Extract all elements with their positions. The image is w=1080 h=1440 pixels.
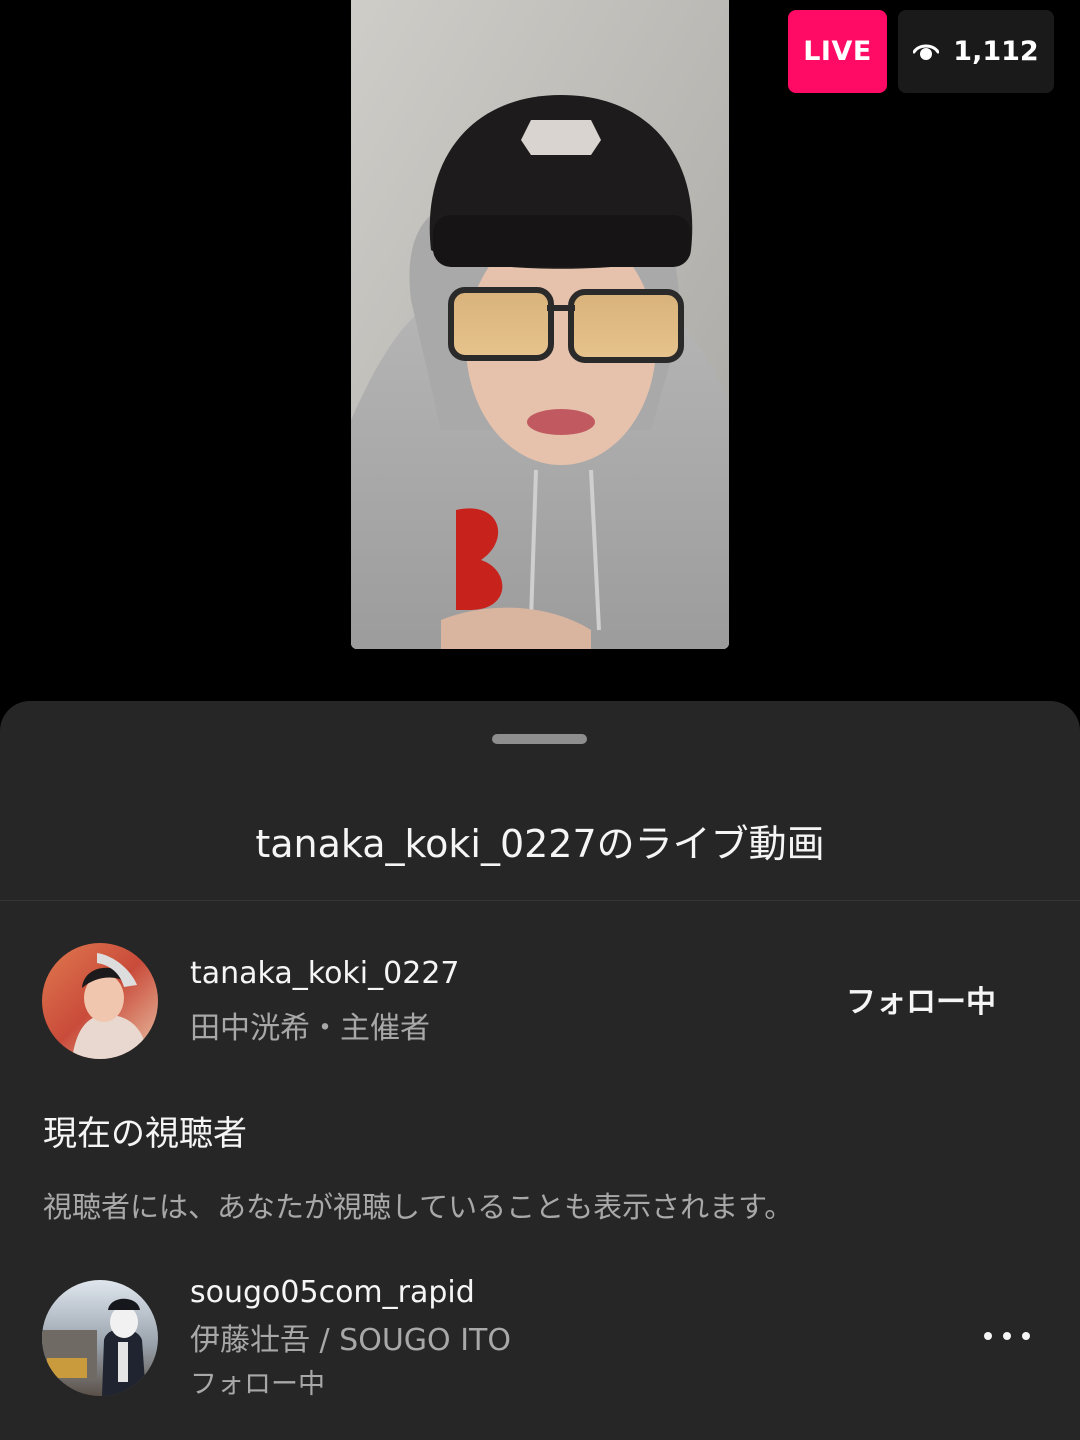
viewer-avatar-image (42, 1280, 158, 1396)
live-badge: LIVE (788, 10, 887, 93)
viewer-full-name: 伊藤壮吾 / SOUGO ITO (190, 1323, 511, 1358)
viewer-avatar[interactable] (42, 1280, 158, 1396)
host-avatar[interactable] (42, 943, 158, 1059)
viewer-count: 1,112 (953, 36, 1039, 67)
viewer-username[interactable]: sougo05com_rapid (190, 1273, 475, 1313)
live-label: LIVE (803, 36, 872, 67)
sheet-title: tanaka_koki_0227のライブ動画 (255, 822, 825, 866)
viewers-visibility-note: 視聴者には、あなたが視聴していることも表示されます。 (43, 1190, 794, 1224)
host-avatar-image (42, 943, 158, 1059)
eye-icon (913, 44, 940, 60)
more-horizontal-icon[interactable] (984, 1321, 1030, 1351)
viewer-follow-status: フォロー中 (190, 1369, 325, 1400)
live-stream-screen: LIVE 1,112 tanaka_koki_0227のライブ動画 tanaka… (0, 0, 1080, 1440)
host-subtitle: 田中洸希・主催者 (190, 1011, 430, 1046)
viewer-count-badge[interactable]: 1,112 (898, 10, 1054, 93)
current-viewers-heading: 現在の視聴者 (43, 1114, 247, 1154)
more-dot (1022, 1332, 1030, 1340)
live-info-sheet: tanaka_koki_0227のライブ動画 tanaka_koki_0227 … (0, 701, 1080, 1440)
live-video[interactable] (351, 0, 729, 649)
more-dot (1003, 1332, 1011, 1340)
following-button[interactable]: フォロー中 (846, 983, 996, 1023)
live-video-frame (351, 0, 729, 649)
sheet-drag-handle[interactable] (492, 734, 587, 744)
host-username[interactable]: tanaka_koki_0227 (190, 954, 460, 994)
more-dot (984, 1332, 992, 1340)
divider (0, 900, 1080, 901)
